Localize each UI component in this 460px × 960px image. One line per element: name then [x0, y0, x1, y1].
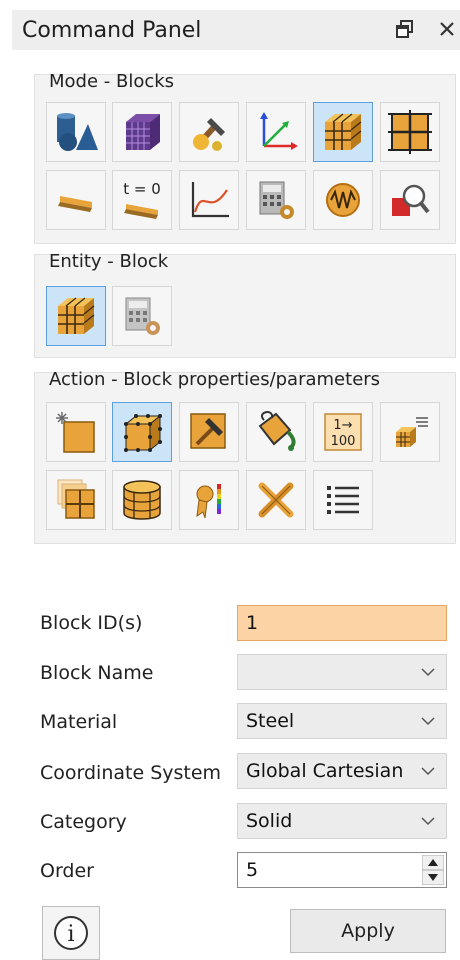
material-select[interactable]: Steel — [237, 703, 447, 739]
block-list-icon — [396, 417, 428, 447]
mode-group-label: Mode - Blocks — [49, 71, 175, 92]
close-icon[interactable] — [434, 16, 460, 42]
block-name-label: Block Name — [40, 662, 154, 684]
renumber-icon: 1→ 100 — [324, 413, 362, 451]
tools-icon — [193, 118, 225, 151]
action-hammer-button[interactable] — [179, 402, 239, 462]
mode-magnify-button[interactable] — [380, 170, 440, 230]
entity-block-button[interactable] — [46, 286, 106, 346]
action-cross-tools-button[interactable] — [246, 470, 306, 530]
material-label: Material — [40, 711, 118, 733]
mode-plank-button[interactable] — [46, 170, 106, 230]
info-button[interactable]: i — [42, 906, 100, 960]
mesh-icon — [126, 114, 160, 150]
action-block-nodes-button[interactable] — [112, 402, 172, 462]
action-group-label: Action - Block properties/parameters — [49, 369, 381, 390]
action-renumber-button[interactable]: 1→ 100 — [313, 402, 373, 462]
spin-arrows-icon[interactable] — [422, 855, 444, 885]
order-label: Order — [40, 860, 94, 882]
time-plank-icon: t = 0 — [123, 180, 161, 219]
list-icon — [327, 486, 359, 514]
mode-calculator-button[interactable] — [246, 170, 306, 230]
calculator-gear-icon — [259, 181, 294, 219]
block-name-select[interactable] — [237, 654, 447, 690]
panel-titlebar: Command Panel — [0, 0, 460, 50]
renumber-bottom-label: 100 — [331, 434, 356, 449]
calculator-gear-icon — [125, 297, 160, 335]
mode-geometry-button[interactable] — [46, 102, 106, 162]
ribbon-colorbar-icon — [196, 484, 221, 519]
paint-bucket-icon — [258, 411, 296, 451]
blocks-icon — [58, 297, 95, 334]
block-ids-label: Block ID(s) — [40, 612, 143, 634]
plank-icon — [58, 196, 92, 212]
wave-circle-icon — [326, 183, 360, 217]
grid-nodes-icon — [388, 110, 432, 154]
action-new-block-button[interactable] — [46, 402, 106, 462]
order-value: 5 — [246, 859, 259, 881]
action-cylinder-button[interactable] — [112, 470, 172, 530]
mode-tools-button[interactable] — [179, 102, 239, 162]
action-paint-button[interactable] — [246, 402, 306, 462]
action-list-button[interactable] — [313, 470, 373, 530]
mode-mesh-button[interactable] — [112, 102, 172, 162]
chevron-down-icon — [421, 817, 435, 826]
time-label: t = 0 — [123, 180, 161, 198]
block-nodes-icon — [124, 414, 162, 452]
entity-calculator-button[interactable] — [112, 286, 172, 346]
category-value: Solid — [246, 810, 293, 832]
block-ids-input[interactable]: 1 — [237, 605, 447, 641]
cross-tools-icon — [258, 482, 294, 518]
info-glyph: i — [67, 922, 74, 947]
blocks-icon — [325, 113, 362, 150]
apply-button[interactable]: Apply — [290, 909, 446, 953]
curve-plot-icon — [191, 182, 229, 218]
hammer-icon — [190, 413, 226, 449]
order-spinbox[interactable]: 5 — [237, 852, 447, 888]
chevron-down-icon — [421, 767, 435, 776]
mode-curve-plot-button[interactable] — [179, 170, 239, 230]
magnify-icon — [392, 184, 430, 216]
chevron-down-icon — [421, 717, 435, 726]
category-label: Category — [40, 811, 127, 833]
float-window-icon[interactable] — [392, 16, 418, 42]
category-select[interactable]: Solid — [237, 803, 447, 839]
new-block-icon — [56, 412, 95, 453]
renumber-top-label: 1→ — [333, 418, 352, 433]
action-block-list-button[interactable] — [380, 402, 440, 462]
material-value: Steel — [246, 710, 295, 732]
chevron-down-icon — [421, 668, 435, 677]
mode-blocks-button[interactable] — [313, 102, 373, 162]
mode-wave-button[interactable] — [313, 170, 373, 230]
cylinder-grid-icon — [123, 480, 161, 520]
mode-axes-button[interactable] — [246, 102, 306, 162]
geometry-icon — [57, 113, 98, 151]
coordinate-system-label: Coordinate System — [40, 762, 222, 784]
split-square-icon — [57, 479, 95, 519]
entity-group-label: Entity - Block — [49, 251, 169, 272]
coordinate-system-select[interactable]: Global Cartesian — [237, 753, 447, 789]
info-icon: i — [54, 916, 88, 950]
action-ribbon-button[interactable] — [179, 470, 239, 530]
coordinate-system-value: Global Cartesian — [246, 760, 404, 782]
action-split-button[interactable] — [46, 470, 106, 530]
mode-time-plank-button[interactable]: t = 0 — [112, 170, 172, 230]
mode-grid-button[interactable] — [380, 102, 440, 162]
panel-title: Command Panel — [22, 18, 202, 43]
axes-icon — [260, 112, 298, 150]
